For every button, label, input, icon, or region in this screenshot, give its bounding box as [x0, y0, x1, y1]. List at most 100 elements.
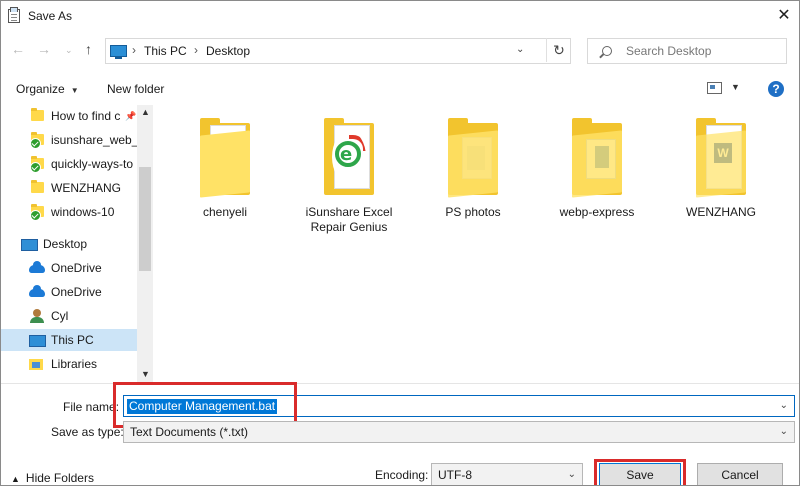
search-placeholder: Search Desktop	[626, 44, 712, 58]
folder-synced-icon	[30, 204, 44, 221]
folder-tile[interactable]: W WENZHANG	[659, 105, 783, 220]
navigation-bar: ← → ⌄ ↑ › This PC › Desktop ⌄ ↻ Search D…	[1, 35, 799, 67]
navigation-pane: How to find c 📌 isunshare_web_5 quickly-…	[1, 105, 153, 383]
folder-icon	[31, 180, 44, 193]
sidebar-item-windows-10[interactable]: windows-10	[1, 201, 137, 223]
window-title: Save As	[28, 9, 73, 23]
breadcrumb-this-pc[interactable]: This PC	[144, 44, 187, 58]
folder-tile[interactable]: webp-express	[535, 105, 659, 220]
scroll-up-arrow-icon[interactable]: ▲	[141, 107, 150, 117]
scroll-down-arrow-icon[interactable]: ▼	[141, 369, 150, 379]
this-pc-icon	[110, 45, 127, 59]
change-view-icon[interactable]	[707, 82, 722, 94]
sidebar-item-wenzhang[interactable]: WENZHANG	[1, 177, 137, 199]
refresh-icon[interactable]: ↻	[546, 38, 571, 62]
chevron-down-icon[interactable]: ⌄	[780, 426, 788, 437]
sidebar-item-quickly-ways[interactable]: quickly-ways-to	[1, 153, 137, 175]
save-as-type-value: Text Documents (*.txt)	[130, 425, 249, 439]
encoding-value: UTF-8	[438, 468, 472, 482]
breadcrumb-separator-icon[interactable]: ›	[132, 43, 136, 57]
folder-name: chenyeli	[202, 205, 248, 219]
folder-name: WENZHANG	[686, 205, 756, 219]
save-as-type-label: Save as type:	[51, 425, 124, 439]
folder-tile[interactable]: PS photos	[411, 105, 535, 220]
highlight-box-save	[594, 459, 686, 485]
this-pc-icon	[29, 335, 46, 347]
cancel-button[interactable]: Cancel	[697, 463, 783, 485]
encoding-select[interactable]: UTF-8 ⌄	[431, 463, 583, 485]
folder-name: webp-express	[559, 205, 635, 219]
search-icon	[602, 46, 612, 56]
folder-name: iSunshare Excel Repair Genius	[287, 205, 411, 235]
sidebar-item-label: Desktop	[43, 237, 88, 251]
libraries-icon	[29, 359, 43, 370]
documents-folder-icon	[572, 118, 622, 198]
folder-tile[interactable]: chenyeli	[163, 105, 287, 220]
desktop-icon	[21, 239, 38, 251]
encoding-label: Encoding:	[375, 468, 429, 482]
sidebar-item-onedrive-2[interactable]: OneDrive	[1, 281, 137, 303]
sidebar-item-cyl[interactable]: Cyl	[1, 305, 137, 327]
sidebar-item-label: Cyl	[51, 309, 69, 323]
command-bar: Organize ▼ New folder ▼ ?	[1, 77, 799, 101]
up-arrow-icon[interactable]: ↑	[85, 41, 92, 57]
sidebar-item-label: Libraries	[51, 357, 98, 371]
breadcrumb-desktop[interactable]: Desktop	[206, 44, 250, 58]
photos-folder-icon	[448, 118, 498, 198]
save-as-dialog: Save As ✕ ← → ⌄ ↑ › This PC › Desktop ⌄ …	[0, 0, 800, 486]
sidebar-item-libraries[interactable]: Libraries	[1, 353, 137, 375]
view-options-chevron-icon[interactable]: ▼	[731, 82, 740, 92]
sidebar-item-label: OneDrive	[51, 285, 102, 299]
hide-folders-toggle[interactable]: ▲ Hide Folders	[11, 471, 94, 485]
notepad-icon	[8, 7, 20, 23]
sidebar-item-isunshare-web[interactable]: isunshare_web_5	[1, 129, 137, 151]
folder-synced-icon	[30, 132, 44, 149]
new-folder-button[interactable]: New folder	[107, 82, 164, 96]
chevron-down-icon[interactable]: ⌄	[568, 469, 576, 480]
forward-arrow-icon[interactable]: →	[37, 41, 51, 57]
close-button[interactable]: ✕	[773, 5, 795, 27]
save-as-type-select[interactable]: Text Documents (*.txt) ⌄	[123, 421, 795, 443]
folder-name: PS photos	[445, 205, 501, 219]
breadcrumb-separator-icon[interactable]: ›	[194, 43, 198, 57]
folder-synced-icon	[30, 156, 44, 173]
pin-icon: 📌	[125, 111, 137, 121]
organize-menu[interactable]: Organize ▼	[16, 82, 79, 96]
sidebar-scrollbar-thumb[interactable]	[139, 167, 151, 271]
chevron-down-icon[interactable]: ⌄	[780, 400, 788, 411]
title-bar: Save As ✕	[1, 1, 799, 31]
hide-folders-label: Hide Folders	[25, 471, 94, 485]
address-dropdown-chevron-icon[interactable]: ⌄	[516, 44, 524, 55]
onedrive-icon	[29, 285, 45, 297]
file-name-label: File name:	[63, 400, 120, 414]
search-box[interactable]: Search Desktop	[587, 38, 787, 64]
folder-icon	[200, 118, 250, 198]
sidebar-item-label: WENZHANG	[51, 181, 121, 195]
folder-name-line-1: iSunshare Excel	[305, 205, 393, 219]
sidebar-item-this-pc[interactable]: This PC	[1, 329, 137, 351]
chevron-up-icon: ▲	[11, 474, 20, 484]
word-folder-icon: W	[696, 118, 746, 198]
onedrive-icon	[29, 261, 45, 273]
excel-repair-folder-icon: e	[324, 118, 374, 195]
folder-name-line-2: Repair Genius	[310, 220, 388, 234]
sidebar-item-label: How to find c	[51, 109, 121, 123]
back-arrow-icon[interactable]: ←	[11, 41, 25, 57]
file-list: chenyeli e iSunshare Excel Repair Genius…	[153, 105, 799, 383]
sidebar-item-desktop[interactable]: Desktop	[1, 233, 137, 255]
folder-icon	[31, 108, 44, 121]
sidebar-item-label: This PC	[51, 333, 94, 347]
help-icon[interactable]: ?	[768, 81, 784, 97]
chevron-down-icon: ▼	[70, 86, 79, 95]
sidebar-item-how-to-find[interactable]: How to find c 📌	[1, 105, 137, 127]
recent-locations-chevron-icon[interactable]: ⌄	[65, 45, 73, 56]
sidebar-item-label: OneDrive	[51, 261, 102, 275]
sidebar-item-label: quickly-ways-to	[51, 157, 134, 171]
address-bar[interactable]: › This PC › Desktop ⌄ ↻	[105, 38, 571, 64]
organize-label: Organize	[16, 82, 65, 96]
sidebar-item-label: windows-10	[51, 205, 115, 219]
user-icon	[30, 309, 44, 323]
sidebar-item-label: isunshare_web_5	[51, 133, 137, 147]
folder-tile[interactable]: e iSunshare Excel Repair Genius	[287, 105, 411, 235]
sidebar-item-onedrive[interactable]: OneDrive	[1, 257, 137, 279]
